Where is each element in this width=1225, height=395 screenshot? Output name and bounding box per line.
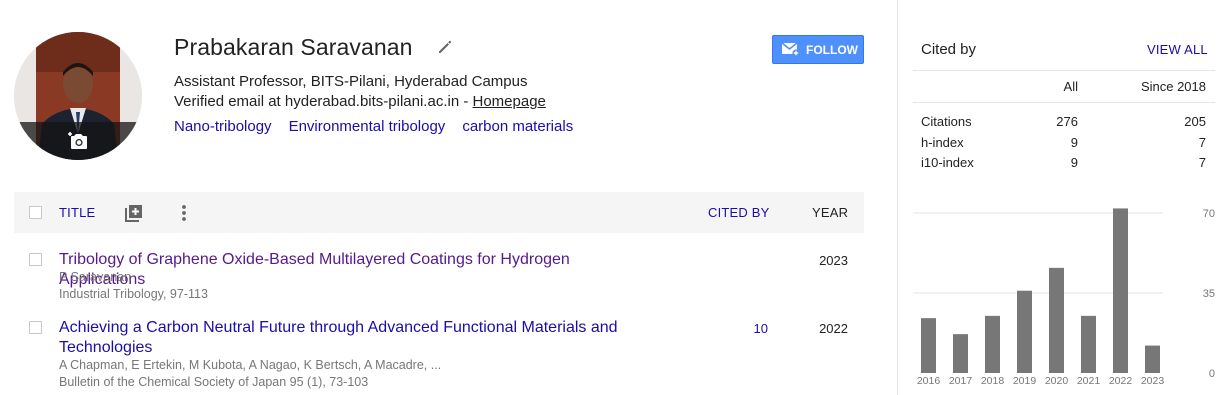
- row-checkbox[interactable]: [29, 253, 42, 266]
- interest-link-nano-tribology[interactable]: Nano-tribology: [174, 118, 272, 135]
- follow-button-label: FOLLOW: [806, 42, 858, 57]
- publication-authors: A Chapman, E Ertekin, M Kubota, A Nagao,…: [59, 358, 442, 372]
- email-follow-icon: [782, 42, 800, 57]
- homepage-link[interactable]: Homepage: [473, 93, 546, 110]
- profile-affiliation: Assistant Professor, BITS-Pilani, Hydera…: [174, 73, 528, 90]
- more-options-icon[interactable]: [174, 203, 194, 223]
- publication-title-link[interactable]: Achieving a Carbon Neutral Future throug…: [59, 318, 649, 358]
- stat-label: i10-index: [921, 155, 974, 170]
- divider: [913, 102, 1215, 103]
- interest-link-environmental-tribology[interactable]: Environmental tribology: [289, 118, 446, 135]
- verified-email-text: Verified email at hyderabad.bits-pilani.…: [174, 93, 473, 110]
- publication-year: 2022: [819, 321, 848, 336]
- bar-2020[interactable]: [1049, 267, 1064, 373]
- bar-2021[interactable]: [1081, 315, 1096, 373]
- cited-by-title: Cited by: [921, 41, 977, 58]
- sort-by-year[interactable]: YEAR: [812, 205, 848, 220]
- y-tick-label: 70: [1203, 208, 1215, 220]
- y-tick-label: 35: [1203, 288, 1215, 300]
- add-photo-icon: [68, 132, 87, 149]
- x-tick-label: 2019: [1013, 375, 1037, 387]
- profile-photo[interactable]: [14, 32, 142, 160]
- sort-by-title[interactable]: TITLE: [59, 205, 95, 220]
- stat-all-value: 276: [1056, 114, 1078, 129]
- x-tick-label: 2017: [949, 375, 973, 387]
- cited-by-panel: Cited by VIEW ALL All Since 2018 Citatio…: [897, 0, 1225, 395]
- column-header-all: All: [1063, 79, 1078, 94]
- bar-2017[interactable]: [953, 334, 968, 373]
- column-header-since: Since 2018: [1140, 79, 1206, 94]
- sort-by-cited-by[interactable]: CITED BY: [708, 205, 770, 220]
- y-tick-label: 0: [1209, 368, 1215, 380]
- publication-year: 2023: [819, 253, 848, 268]
- bar-2016[interactable]: [921, 318, 936, 373]
- bar-2019[interactable]: [1017, 290, 1032, 373]
- select-all-checkbox[interactable]: [29, 206, 42, 219]
- divider: [913, 70, 1215, 71]
- stat-all-value: 9: [1070, 155, 1078, 170]
- x-tick-label: 2021: [1077, 375, 1101, 387]
- bar-2018[interactable]: [985, 315, 1000, 373]
- x-tick-label: 2016: [917, 375, 941, 387]
- publication-authors: P Saravanan: [59, 270, 132, 284]
- edit-pencil-icon[interactable]: [436, 38, 454, 56]
- interest-link-carbon-materials[interactable]: carbon materials: [462, 118, 573, 135]
- stat-label: h-index: [921, 135, 964, 150]
- citations-per-year-chart: 0 35 70 2016 2017 2018 2019 2020 2021 2022 2023: [913, 208, 1215, 387]
- stat-since-value: 205: [1184, 114, 1206, 129]
- publication-venue: Bulletin of the Chemical Society of Japa…: [59, 375, 369, 389]
- row-checkbox[interactable]: [29, 321, 42, 334]
- stat-all-value: 9: [1070, 135, 1078, 150]
- bar-2023[interactable]: [1145, 345, 1160, 373]
- stat-since-value: 7: [1198, 135, 1206, 150]
- profile-name: Prabakaran Saravanan: [174, 34, 413, 60]
- publication-title-link[interactable]: Tribology of Graphene Oxide-Based Multil…: [59, 250, 649, 290]
- change-photo-overlay[interactable]: [14, 122, 142, 160]
- stat-row-citations: Citations 276 205: [921, 114, 1206, 134]
- publications-table-header: TITLE CITED BY YEAR: [14, 192, 864, 233]
- add-article-icon[interactable]: [124, 203, 144, 223]
- profile-email: Verified email at hyderabad.bits-pilani.…: [174, 93, 546, 110]
- stat-since-value: 7: [1198, 155, 1206, 170]
- stat-label: Citations: [921, 114, 972, 129]
- x-tick-label: 2022: [1109, 375, 1133, 387]
- cited-by-count[interactable]: 10: [744, 321, 768, 336]
- x-tick-label: 2023: [1141, 375, 1165, 387]
- research-interests: Nano-tribology Environmental tribology c…: [174, 118, 573, 135]
- bar-2022[interactable]: [1113, 208, 1128, 373]
- publication-venue: Industrial Tribology, 97-113: [59, 287, 208, 301]
- stat-row-i10-index: i10-index 9 7: [921, 155, 1206, 175]
- x-tick-label: 2020: [1045, 375, 1069, 387]
- stat-row-h-index: h-index 9 7: [921, 135, 1206, 155]
- follow-button[interactable]: FOLLOW: [772, 35, 864, 64]
- x-tick-label: 2018: [981, 375, 1005, 387]
- view-all-link[interactable]: VIEW ALL: [1147, 42, 1208, 57]
